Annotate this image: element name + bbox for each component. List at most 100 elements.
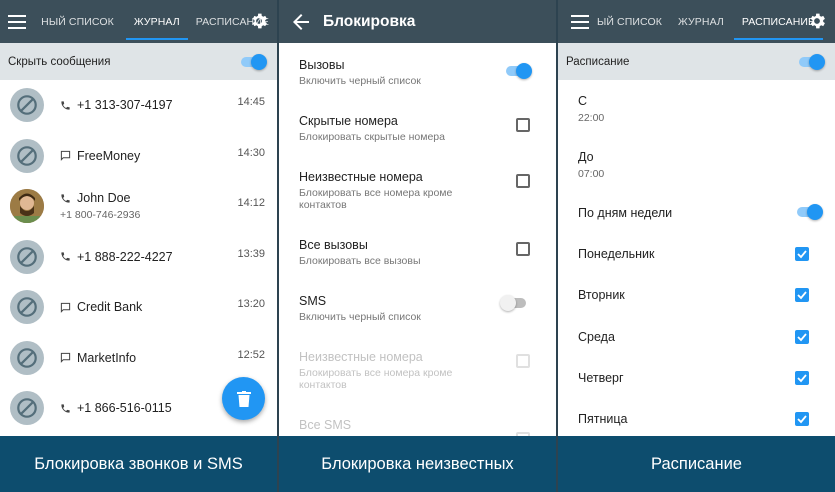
app-bar: ый список Журнал Расписание (558, 0, 835, 43)
weekday-checkbox[interactable] (795, 329, 809, 344)
avatar (10, 189, 44, 224)
caption-unknown-blocking: Блокировка неизвестных (279, 436, 556, 492)
setting-checkbox[interactable] (516, 174, 530, 188)
entry-time: 14:30 (237, 146, 265, 159)
entry-number: +1 800-746-2936 (60, 209, 141, 222)
setting-subtitle: Блокировать все вызовы (299, 255, 421, 267)
hide-messages-bar: Скрыть сообщения (0, 43, 277, 80)
avatar (10, 340, 44, 375)
journal-entry[interactable]: FreeMoney 14:30 (0, 131, 277, 182)
setting-title: Все SMS (299, 418, 352, 432)
from-time-row[interactable]: С 22:00 (558, 94, 604, 124)
journal-entry[interactable]: John Doe +1 800-746-2936 14:12 (0, 181, 277, 232)
blocked-icon (17, 246, 37, 267)
setting-row: Все SMS (279, 418, 556, 436)
blocked-icon (17, 145, 37, 166)
to-time-row[interactable]: До 07:00 (558, 150, 604, 180)
setting-checkbox (516, 354, 530, 368)
blocked-icon (17, 297, 37, 318)
entry-time: 12:52 (237, 348, 265, 361)
to-value: 07:00 (578, 168, 605, 180)
setting-row[interactable]: SMS Включить черный список (279, 294, 556, 323)
weekday-checkbox[interactable] (795, 247, 809, 261)
avatar (10, 290, 44, 325)
setting-row[interactable]: Вызовы Включить черный список (279, 58, 556, 87)
check-icon (797, 250, 807, 259)
blocked-icon (17, 398, 37, 419)
entry-name: +1 866-516-0115 (77, 401, 172, 416)
journal-entry[interactable]: +1 888-222-4227 13:39 (0, 232, 277, 283)
weekday-row[interactable]: Пятница (558, 412, 835, 427)
from-value: 22:00 (578, 112, 605, 124)
gear-icon[interactable] (807, 11, 827, 31)
blocked-icon (17, 95, 37, 116)
weekday-row[interactable]: Понедельник (558, 247, 835, 261)
gear-icon[interactable] (249, 11, 269, 31)
entry-time: 13:20 (237, 298, 265, 310)
entry-time: 13:39 (237, 247, 265, 260)
setting-checkbox[interactable] (516, 242, 530, 256)
setting-row[interactable]: Неизвестные номера Блокировать все номера… (279, 170, 556, 211)
caption-call-sms-blocking: Блокировка звонков и SMS (0, 436, 277, 492)
tab-journal[interactable]: Журнал (125, 0, 188, 43)
phone-icon (61, 194, 70, 203)
entry-time: 14:12 (237, 197, 265, 209)
schedule-screen: ый список Журнал Расписание Расписание С… (558, 0, 835, 436)
weekday-row[interactable]: Четверг (558, 370, 835, 385)
setting-row[interactable]: Скрытые номера Блокировать скрытые номера (279, 114, 556, 143)
setting-toggle[interactable] (500, 295, 528, 311)
menu-icon[interactable] (0, 0, 33, 43)
avatar (10, 239, 44, 274)
blocking-screen: Блокировка Вызовы Включить черный список С… (279, 0, 556, 436)
journal-entry[interactable]: MarketInfo 12:52 (0, 333, 277, 384)
setting-row[interactable]: Все вызовы Блокировать все вызовы (279, 238, 556, 267)
weekdays-row[interactable]: По дням недели (558, 204, 835, 220)
panel-divider (556, 0, 558, 492)
setting-row: Неизвестные номера Блокировать все номера… (279, 350, 556, 391)
tab-journal[interactable]: Журнал (670, 0, 732, 43)
app-bar: ный список Журнал Расписание (0, 0, 277, 43)
schedule-bar: Расписание (558, 43, 835, 80)
avatar (10, 138, 44, 173)
weekday-row[interactable]: Среда (558, 329, 835, 344)
message-icon (60, 151, 71, 162)
setting-subtitle: Включить черный список (299, 75, 421, 87)
check-icon (797, 374, 807, 383)
avatar (10, 391, 44, 426)
weekday-checkbox[interactable] (795, 370, 809, 385)
journal-entry[interactable]: +1 313-307-4197 14:45 (0, 80, 277, 131)
entry-name: Credit Bank (77, 300, 143, 315)
journal-entry[interactable]: Credit Bank 13:20 (0, 282, 277, 333)
schedule-label: Расписание (566, 55, 630, 68)
setting-subtitle: Включить черный список (299, 311, 421, 323)
screen-title: Блокировка (323, 12, 416, 30)
menu-icon[interactable] (558, 0, 601, 43)
entry-name: FreeMoney (77, 148, 141, 163)
hide-messages-toggle[interactable] (239, 53, 267, 70)
phone-icon (61, 404, 70, 413)
panel-divider (277, 0, 279, 492)
delete-fab[interactable] (222, 377, 265, 420)
setting-subtitle: Блокировать все номера кроме контактов (299, 367, 453, 391)
trash-icon (236, 390, 251, 407)
check-icon (797, 415, 807, 424)
setting-subtitle: Блокировать скрытые номера (299, 131, 445, 143)
phone-icon (61, 101, 70, 110)
tab-blacklist[interactable]: ный список (33, 0, 122, 43)
hide-messages-label: Скрыть сообщения (8, 55, 111, 68)
entry-name: +1 313-307-4197 (77, 98, 173, 113)
weekday-checkbox[interactable] (795, 288, 809, 303)
weekdays-toggle[interactable] (795, 204, 823, 220)
weekday-checkbox[interactable] (795, 412, 809, 427)
phone-icon (61, 252, 70, 261)
tab-blacklist[interactable]: ый список (597, 0, 670, 43)
entry-name: John Doe (77, 191, 131, 206)
setting-checkbox[interactable] (516, 118, 530, 132)
schedule-toggle[interactable] (797, 53, 825, 70)
app-bar: Блокировка (279, 0, 556, 43)
setting-subtitle: Блокировать все номера кроме контактов (299, 187, 453, 211)
journal-screen: ный список Журнал Расписание Скрыть сооб… (0, 0, 277, 436)
back-arrow-icon[interactable] (279, 0, 323, 43)
setting-toggle[interactable] (504, 63, 532, 79)
weekday-row[interactable]: Вторник (558, 288, 835, 303)
